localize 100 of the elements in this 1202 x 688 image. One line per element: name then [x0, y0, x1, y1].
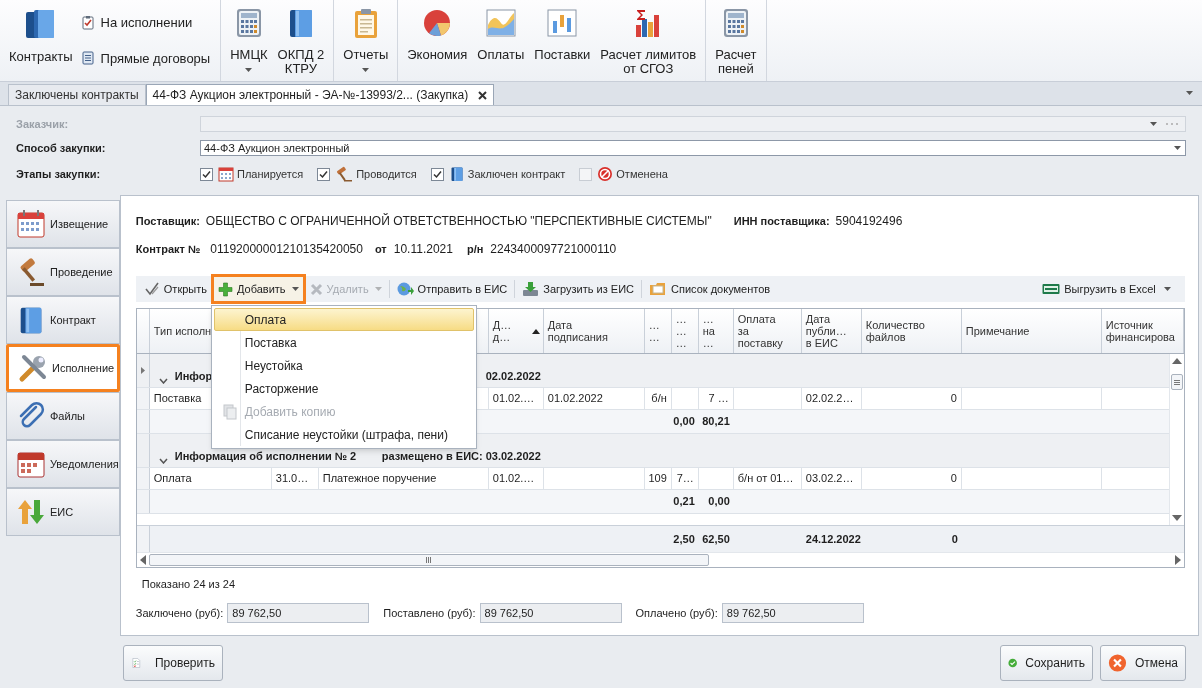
table-cell-text: 80,21 — [701, 414, 731, 430]
ribbon-button[interactable]: Контракты — [4, 0, 78, 81]
caret-icon — [1163, 287, 1171, 291]
field-label: р/н — [466, 241, 484, 257]
ribbon-button[interactable]: Поставки — [529, 0, 596, 81]
table-cell-text: 0,21 — [672, 494, 696, 510]
nav-tab[interactable]: Проведение — [6, 248, 120, 296]
ribbon-button[interactable]: Расчет лимитов от СГОЗ — [595, 0, 702, 81]
tab[interactable]: 44-ФЗ Аукцион электронный - ЭА-№-13993/2... (Закупка) — [145, 84, 495, 105]
toolbar-button[interactable]: Загрузить из ЕИС — [518, 277, 638, 301]
nav-tab[interactable]: Файлы — [6, 392, 120, 440]
ribbon-button[interactable]: НМЦК — [225, 0, 273, 81]
ribbon-button[interactable]: Прямые договоры — [80, 48, 211, 68]
column-header[interactable]: Источник финансирова — [1101, 309, 1184, 353]
column-header[interactable]: Примечание — [961, 309, 1102, 353]
field-label: Заказчик: — [16, 116, 70, 132]
bar-chart-icon — [546, 7, 579, 39]
table-cell: 03.02.2… — [801, 468, 862, 489]
method-field[interactable]: 44-ФЗ Аукцион электронный — [200, 140, 1186, 156]
field-label: Поставщик: — [135, 213, 200, 229]
check-button[interactable]: Проверить — [123, 645, 223, 681]
column-header[interactable]: … на … — [698, 309, 734, 353]
checkbox[interactable] — [579, 167, 593, 181]
scroll-up-icon — [1171, 358, 1182, 364]
collapse-icon — [158, 378, 168, 384]
nav-tab[interactable]: ЕИС — [6, 488, 120, 536]
nav-tab[interactable]: Извещение — [6, 200, 120, 248]
caret-icon — [245, 68, 253, 72]
ribbon-button[interactable]: ОКПД 2 КТРУ — [272, 0, 330, 81]
current-row-icon — [140, 367, 145, 374]
close-circle-icon — [1108, 652, 1127, 674]
table-cell: 109 — [644, 468, 672, 489]
table-cell: б/н от 01… — [733, 468, 802, 489]
field-label: ИНН поставщика: — [733, 213, 830, 229]
caret-icon — [374, 287, 382, 291]
nav-tab[interactable]: Исполнение — [6, 344, 120, 392]
up-down-arrows-icon — [16, 497, 46, 527]
checkbox[interactable] — [430, 167, 444, 181]
toolbar-button[interactable]: Открыть — [139, 277, 211, 301]
tab[interactable]: Заключены контракты — [8, 84, 146, 105]
sum-label: Заключено (руб): — [135, 605, 224, 621]
gavel-icon — [335, 166, 354, 182]
cancel-button[interactable]: Отмена — [1100, 645, 1186, 681]
inn-value: 5904192496 — [835, 213, 903, 230]
row-header[interactable] — [136, 468, 150, 489]
column-header[interactable]: Оплата за поставку — [733, 309, 802, 353]
column-header[interactable]: Дата публи… в ЕИС — [801, 309, 862, 353]
table-cell: 02.02.2… — [801, 388, 862, 409]
delete-icon — [309, 282, 323, 296]
caret-icon — [291, 287, 299, 291]
menu-item[interactable]: Оплата — [213, 308, 474, 331]
sum-field[interactable]: 89 762,50 — [227, 603, 370, 623]
close-button[interactable] — [478, 90, 488, 100]
field-label: Способ закупки: — [16, 140, 107, 156]
menu-item[interactable]: Неустойка — [213, 354, 474, 377]
toolbar-button[interactable]: Отправить в ЕИС — [392, 277, 512, 301]
sum-field[interactable]: 89 762,50 — [721, 603, 864, 623]
sort-arrow-icon — [531, 328, 540, 334]
sum-field[interactable]: 89 762,50 — [479, 603, 622, 623]
menu-item[interactable]: Списание неустойки (штрафа, пени) — [213, 423, 474, 446]
scroll-thumb[interactable] — [1170, 374, 1183, 390]
registry-number: 2243400097721000110 — [490, 241, 617, 258]
column-header[interactable]: … … — [644, 309, 672, 353]
table-cell: б/н — [644, 388, 672, 409]
nav-tab[interactable]: Контракт — [6, 296, 120, 344]
scroll-thumb[interactable] — [148, 554, 709, 566]
folder-icon — [649, 281, 667, 297]
ribbon-button[interactable]: Экономия — [402, 0, 473, 81]
ribbon-button[interactable]: Расчет пеней — [710, 0, 762, 81]
check-pen-icon — [143, 281, 160, 297]
column-header[interactable]: Количество файлов — [861, 309, 962, 353]
ribbon-button[interactable]: Оплаты — [472, 0, 530, 81]
checkbox[interactable] — [200, 167, 213, 181]
caret-icon — [1174, 146, 1181, 150]
scroll-right-icon — [1174, 555, 1181, 565]
export-button[interactable]: Выгрузить в Excel — [1042, 280, 1156, 298]
ribbon-button[interactable]: На исполнении — [80, 13, 211, 33]
group-title: Информация об исполнении № 2 — [174, 448, 357, 464]
column-header[interactable]: … … … — [671, 309, 699, 353]
contract-date: 10.11.2021 — [393, 241, 453, 258]
table-cell-text: 0,00 — [707, 494, 731, 510]
calendar-icon — [16, 449, 46, 479]
row-header[interactable] — [136, 388, 150, 409]
toolbar-button[interactable]: Список документов — [645, 277, 775, 301]
column-header[interactable]: Дата подписания — [543, 309, 645, 353]
nav-tab[interactable]: Уведомления — [6, 440, 120, 488]
save-button[interactable]: Сохранить — [1000, 645, 1093, 681]
supplier-name: ОБЩЕСТВО С ОГРАНИЧЕННОЙ ОТВЕТСТВЕННОСТЬЮ "ПЕРСПЕКТИВНЫЕ СИСТЕМЫ" — [205, 212, 712, 230]
toolbar-button[interactable]: Добавить — [211, 274, 306, 304]
table-cell-text: 2,50 — [672, 531, 696, 547]
checkbox[interactable] — [317, 167, 331, 181]
ribbon-button[interactable]: Отчеты — [338, 0, 394, 81]
download-icon — [522, 281, 540, 297]
copy-icon — [222, 403, 237, 420]
column-header[interactable]: Д… д… — [488, 309, 544, 353]
tools-icon — [18, 353, 48, 383]
group-date: 02.02.2022 — [485, 368, 541, 384]
collapse-icon — [158, 458, 168, 464]
sum-label: Оплачено (руб): — [635, 605, 718, 621]
check-icon — [202, 169, 211, 179]
